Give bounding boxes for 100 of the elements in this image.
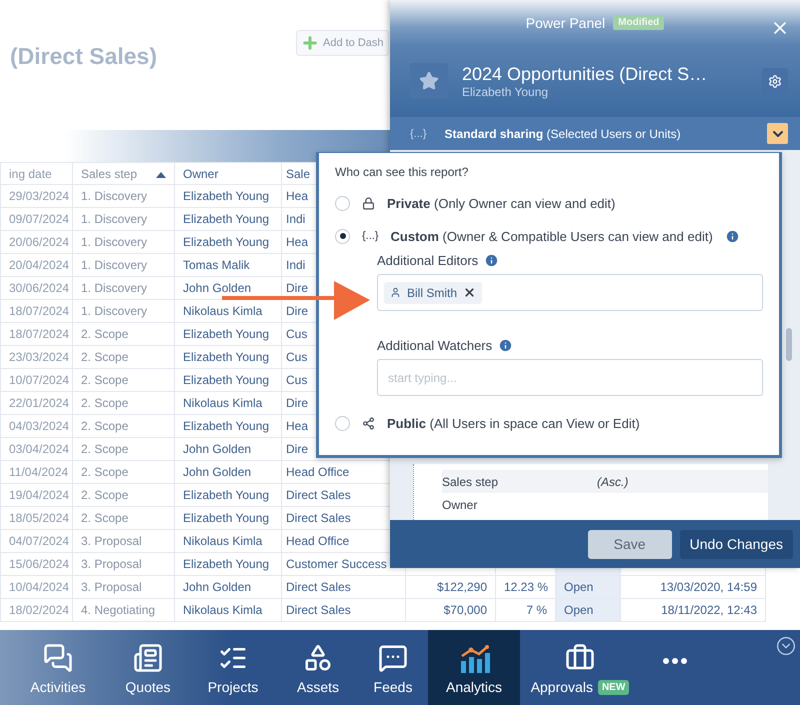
table-cell: $70,000 — [406, 598, 496, 622]
radio-button[interactable] — [335, 228, 350, 244]
table-cell: 20/06/2024 — [0, 230, 72, 254]
table-cell: 22/01/2024 — [0, 392, 72, 414]
page-title: (Direct Sales) — [10, 43, 158, 70]
table-cell: 09/07/2024 — [0, 208, 72, 230]
nav-item[interactable]: Analytics — [428, 630, 520, 705]
watchers-field[interactable]: start typing... — [377, 359, 763, 396]
modified-badge: Modified — [613, 15, 664, 30]
table-cell: 3. Proposal — [72, 530, 174, 552]
table-cell: John Golden — [174, 576, 282, 598]
table-cell: 13/03/2020, 14:59 — [620, 576, 766, 598]
table-cell: Open — [556, 576, 620, 598]
star-icon — [419, 71, 439, 91]
table-cell: 11/04/2024 — [0, 460, 72, 484]
nav-item[interactable]: Approvals NEW — [520, 630, 640, 705]
table-cell: 4. Negotiating — [72, 598, 174, 622]
panel-title: Power Panel — [526, 14, 606, 30]
table-cell: 1. Discovery — [72, 276, 174, 300]
chevron-circle-icon — [776, 636, 796, 656]
info-icon — [484, 252, 500, 268]
table-cell: 18/07/2024 — [0, 300, 72, 322]
table-cell: Direct Sales — [282, 576, 406, 598]
table-cell: Elizabeth Young — [174, 230, 282, 254]
table-cell: 1. Discovery — [72, 184, 174, 208]
table-cell: Open — [556, 598, 620, 622]
table-cell: 18/11/2022, 12:43 — [620, 598, 766, 622]
table-cell: 2. Scope — [72, 414, 174, 438]
table-cell: 10/07/2024 — [0, 368, 72, 392]
scrollbar[interactable] — [786, 328, 792, 361]
editors-field[interactable]: Bill Smith — [377, 274, 763, 311]
sort-order: (Asc.) — [597, 474, 628, 488]
nav-item[interactable]: Quotes — [108, 630, 188, 705]
bar-chart-icon — [458, 645, 490, 673]
shapes-icon — [303, 643, 333, 673]
table-cell: Nikolaus Kimla — [174, 392, 282, 414]
more-icon — [663, 658, 687, 664]
table-cell: Nikolaus Kimla — [174, 598, 282, 622]
table-cell: 2. Scope — [72, 346, 174, 368]
table-cell: 18/02/2024 — [0, 598, 72, 622]
undo-changes-button[interactable]: Undo Changes — [680, 530, 793, 558]
table-cell: Elizabeth Young — [174, 552, 282, 576]
table-cell: 1. Discovery — [72, 300, 174, 322]
radio-button[interactable] — [335, 416, 350, 430]
table-cell: 1. Discovery — [72, 254, 174, 276]
chat-bubbles-icon — [43, 643, 73, 673]
table-cell: Nikolaus Kimla — [174, 530, 282, 552]
table-cell: 29/03/2024 — [0, 184, 72, 208]
lock-icon — [362, 196, 375, 210]
chip-label: Bill Smith — [407, 286, 458, 300]
table-cell: 2. Scope — [72, 438, 174, 460]
remove-button[interactable] — [463, 286, 476, 299]
close-icon — [463, 286, 476, 299]
nav-item[interactable]: Activities — [8, 630, 108, 705]
table-cell: 3. Proposal — [72, 576, 174, 598]
expand-button[interactable] — [767, 123, 788, 144]
settings-icon — [768, 74, 782, 88]
table-cell: 18/07/2024 — [0, 322, 72, 346]
table-cell: 04/07/2024 — [0, 530, 72, 552]
table-cell: Elizabeth Young — [174, 368, 282, 392]
table-cell: 2. Scope — [72, 392, 174, 414]
report-owner: Elizabeth Young — [462, 84, 550, 98]
settings-button[interactable] — [762, 68, 788, 94]
nav-item[interactable]: Assets — [278, 630, 358, 705]
favorite-button[interactable] — [410, 63, 448, 99]
collapse-button[interactable] — [776, 636, 796, 656]
braces-symbol: {...} — [410, 128, 427, 140]
column-header[interactable]: Owner — [174, 162, 282, 184]
sort-ascending-icon — [156, 172, 166, 178]
info-icon — [498, 338, 514, 352]
table-cell: Direct Sales — [282, 598, 406, 622]
table-cell: 12.23 % — [496, 576, 556, 598]
report-title: 2024 Opportunities (Direct S… — [462, 64, 708, 84]
table-cell: Tomas Malik — [174, 254, 282, 276]
popup-question: Who can see this report? — [335, 165, 470, 179]
table-cell: 7 % — [496, 598, 556, 622]
share-icon — [362, 416, 375, 430]
table-cell: John Golden — [174, 460, 282, 484]
table-cell: Elizabeth Young — [174, 414, 282, 438]
table-cell: 2. Scope — [72, 506, 174, 530]
radio-button[interactable] — [335, 196, 350, 210]
table-cell: $122,290 — [406, 576, 496, 598]
table-cell: John Golden — [174, 438, 282, 460]
document-icon — [133, 643, 163, 673]
nav-item[interactable]: Feeds — [358, 630, 428, 705]
table-cell: 2. Scope — [72, 368, 174, 392]
table-cell: 3. Proposal — [72, 552, 174, 576]
sort-field: Sales step — [442, 474, 597, 488]
table-cell: 15/06/2024 — [0, 552, 72, 576]
table-cell: 2. Scope — [72, 484, 174, 506]
table-cell: Elizabeth Young — [174, 506, 282, 530]
nav-item[interactable]: Projects — [188, 630, 278, 705]
save-button[interactable]: Save — [588, 530, 672, 558]
table-cell: Nikolaus Kimla — [174, 300, 282, 322]
table-cell: 18/05/2024 — [0, 506, 72, 530]
table-cell: 1. Discovery — [72, 208, 174, 230]
sharing-mode-text: Standard sharing (Selected Users or Units) — [444, 126, 682, 140]
table-cell: Elizabeth Young — [174, 346, 282, 368]
table-cell: Elizabeth Young — [174, 484, 282, 506]
braces-symbol: {...} — [362, 230, 379, 242]
